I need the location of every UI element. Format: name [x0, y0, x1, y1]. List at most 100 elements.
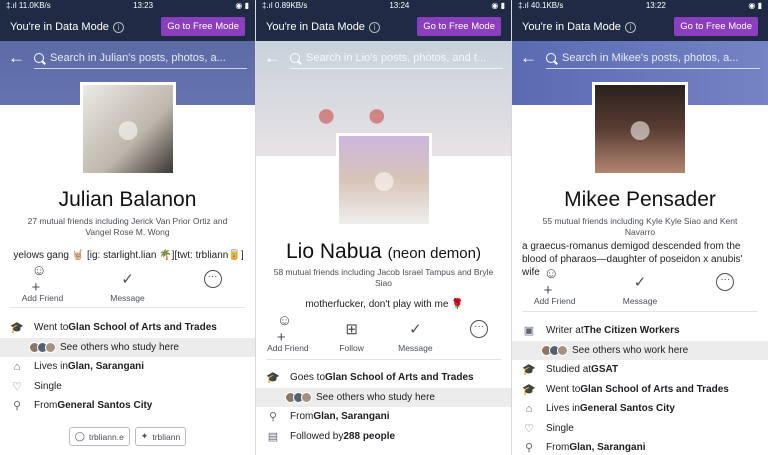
info-icon[interactable]: i — [112, 21, 124, 33]
friend-faces — [285, 391, 312, 403]
follow-button[interactable]: ⊞ Follow — [320, 318, 384, 353]
intro-bold: Glan School of Arts and Trades — [580, 383, 729, 395]
cover-figures: ●● — [316, 96, 418, 134]
status-icons: ◉ ▮ — [748, 1, 762, 10]
intro-bold: GSAT — [591, 364, 619, 376]
intro-relationship: ♡ Single — [0, 377, 255, 397]
more-button[interactable]: ··· — [693, 271, 757, 306]
see-others-link[interactable]: See others who study here — [256, 387, 511, 407]
follow-label: Follow — [339, 343, 364, 353]
intro-from[interactable]: ⚲ From General Santos City — [0, 396, 255, 416]
heart-icon: ♡ — [524, 422, 534, 435]
message-label: Message — [622, 296, 658, 306]
intro-text: Writer at — [546, 325, 584, 337]
mutual-friends[interactable]: 27 mutual friends including Jerick Van P… — [16, 216, 239, 238]
friend-faces — [29, 341, 56, 353]
more-button[interactable]: ··· — [447, 318, 511, 353]
status-bar: ‡.ıl 40.1KB/s 13:22 ◉ ▮ — [512, 0, 768, 12]
profile-intro: 🎓 Went to Glan School of Arts and Trades… — [0, 318, 255, 416]
profile-search-input[interactable]: Search in Julian's posts, photos, a... — [34, 47, 247, 69]
graduation-cap-icon: 🎓 — [266, 372, 280, 385]
more-button[interactable]: ··· — [181, 268, 245, 303]
intro-relationship: ♡ Single — [512, 419, 768, 439]
intro-from[interactable]: ⚲ From Glan, Sarangani — [512, 438, 768, 455]
intro-lives[interactable]: ⌂ Lives in General Santos City — [512, 399, 768, 419]
intro-text: Single — [546, 422, 574, 434]
free-mode-button[interactable]: Go to Free Mode — [674, 17, 758, 36]
divider — [266, 359, 501, 360]
instagram-link[interactable]: ◯ trbliann.e — [68, 427, 130, 446]
profile-actions: ☺+ Add Friend ✓ Message ··· — [512, 265, 768, 306]
see-others-link[interactable]: See others who work here — [512, 340, 768, 360]
add-friend-icon: ☺+ — [276, 312, 293, 346]
back-arrow-icon[interactable]: ← — [520, 48, 546, 68]
search-placeholder: Search in Mikee's posts, photos, a... — [562, 51, 739, 64]
intro-studied[interactable]: 🎓 Studied at GSAT — [512, 360, 768, 380]
profile-name-text: Mikee Pensader — [564, 188, 716, 211]
status-network: ‡.ıl 0.89KB/s — [262, 1, 308, 10]
info-icon[interactable]: i — [368, 21, 380, 33]
profile-search-input[interactable]: Search in Mikee's posts, photos, a... — [546, 47, 760, 69]
briefcase-icon: ▣ — [523, 325, 535, 338]
free-mode-button[interactable]: Go to Free Mode — [417, 17, 501, 36]
add-friend-label: Add Friend — [533, 296, 576, 306]
more-icon: ··· — [716, 273, 735, 291]
intro-text: From — [290, 411, 314, 423]
add-friend-button[interactable]: ☺+ Add Friend — [523, 265, 587, 306]
profile-picture[interactable]: ● — [80, 82, 176, 176]
intro-followers[interactable]: ▤ Followed by 288 people — [256, 427, 511, 447]
intro-bold: The Citizen Workers — [583, 325, 680, 337]
free-mode-button[interactable]: Go to Free Mode — [161, 17, 245, 36]
data-mode-label: You're in Data Mode — [522, 20, 621, 33]
profile-intro: ▣ Writer at The Citizen Workers See othe… — [512, 321, 768, 455]
intro-education[interactable]: 🎓 Went to Glan School of Arts and Trades — [512, 380, 768, 400]
data-mode-bar: You're in Data Mode i Go to Free Mode — [0, 12, 255, 41]
status-time: 13:24 — [389, 1, 410, 10]
intro-bold: Glan, Sarangani — [313, 411, 390, 423]
add-friend-button[interactable]: ☺+ Add Friend — [11, 262, 75, 303]
intro-text: See others who study here — [316, 391, 435, 403]
intro-from[interactable]: ⚲ From Glan, Sarangani — [256, 407, 511, 427]
follow-icon: ⊞ — [345, 321, 358, 338]
status-bar: ‡.ıl 11.0KB/s 13:23 ◉ ▮ — [0, 0, 255, 12]
search-placeholder: Search in Julian's posts, photos, a... — [50, 51, 226, 64]
intro-text: See others who study here — [60, 341, 179, 353]
graduation-cap-icon: 🎓 — [522, 364, 536, 377]
location-pin-icon: ⚲ — [12, 400, 22, 413]
status-network: ‡.ıl 11.0KB/s — [6, 1, 51, 10]
intro-text: Followed by — [290, 430, 344, 442]
message-button[interactable]: ✓ Message — [384, 318, 448, 353]
intro-education[interactable]: 🎓 Went to Glan School of Arts and Trades — [0, 318, 255, 338]
status-icons: ◉ ▮ — [235, 1, 249, 10]
mutual-friends[interactable]: 55 mutual friends including Kyle Kyle Si… — [528, 216, 752, 238]
back-arrow-icon[interactable]: ← — [264, 48, 290, 68]
profile-search-input[interactable]: Search in Lio's posts, photos, and t... — [290, 47, 503, 69]
message-button[interactable]: ✓ Message — [608, 271, 672, 306]
mutual-friends[interactable]: 58 mutual friends including Jacob Israel… — [272, 267, 495, 289]
add-friend-icon: ☺+ — [31, 262, 47, 296]
twitter-icon: ✦ — [140, 431, 149, 441]
message-label: Message — [110, 293, 145, 303]
intro-education[interactable]: 🎓 Goes to Glan School of Arts and Trades — [256, 368, 511, 388]
intro-text: Studied at — [546, 364, 592, 376]
twitter-link[interactable]: ✦ trbliann — [134, 427, 187, 446]
profile-picture[interactable]: ● — [592, 82, 688, 176]
profile-panel-mikee: ‡.ıl 40.1KB/s 13:22 ◉ ▮ You're in Data M… — [512, 0, 768, 455]
intro-lives[interactable]: ⌂ Lives in Glan, Sarangani — [0, 357, 255, 377]
more-icon: ··· — [470, 320, 489, 338]
data-mode-bar: You're in Data Mode i Go to Free Mode — [512, 12, 768, 41]
intro-bold: General Santos City — [57, 400, 153, 412]
see-others-link[interactable]: See others who study here — [0, 337, 255, 357]
home-icon: ⌂ — [13, 360, 21, 373]
social-links: ◯ trbliann.e ✦ trbliann — [0, 427, 255, 446]
profile-intro: 🎓 Goes to Glan School of Arts and Trades… — [256, 368, 511, 446]
profile-picture[interactable]: ● — [336, 133, 432, 227]
add-friend-button[interactable]: ☺+ Add Friend — [256, 312, 320, 353]
info-icon[interactable]: i — [624, 21, 636, 33]
intro-work[interactable]: ▣ Writer at The Citizen Workers — [512, 321, 768, 341]
message-button[interactable]: ✓ Message — [96, 268, 160, 303]
back-arrow-icon[interactable]: ← — [8, 48, 34, 68]
friend-faces — [541, 344, 568, 356]
intro-bold: 288 people — [343, 430, 396, 442]
data-mode-label: You're in Data Mode — [10, 20, 109, 33]
